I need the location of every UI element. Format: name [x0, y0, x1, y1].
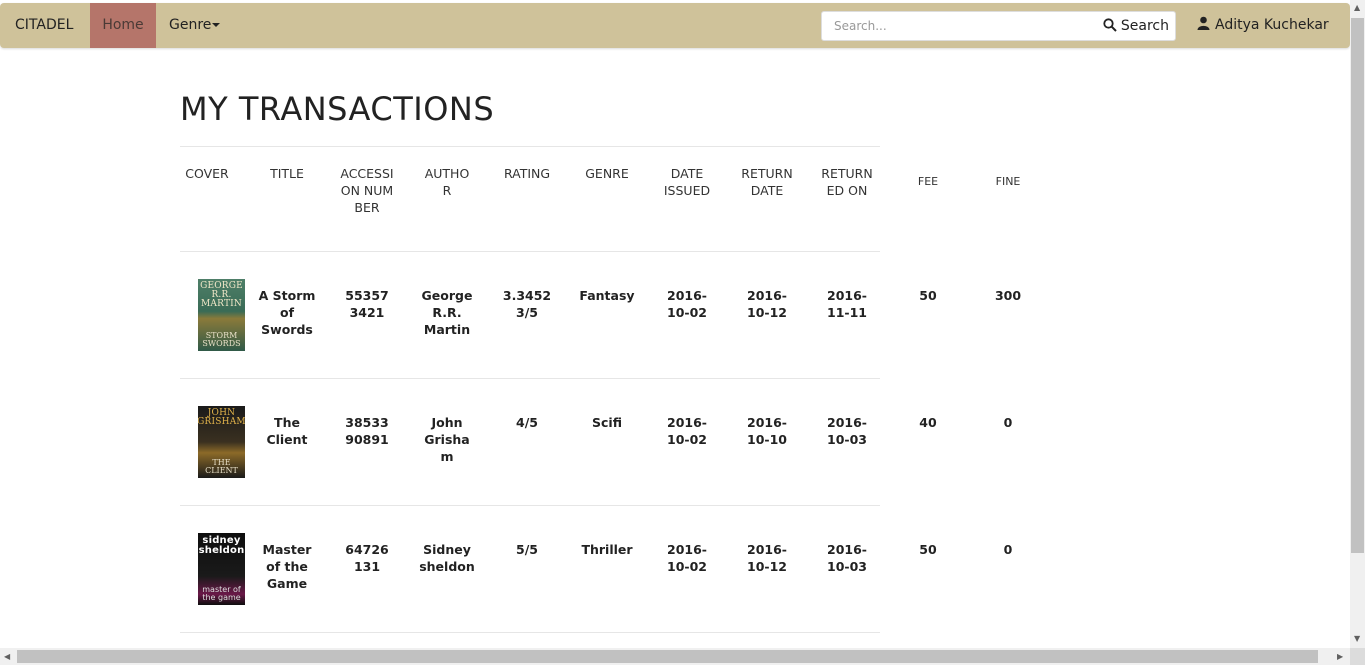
header-accession: ACCESSION NUMBER — [340, 166, 394, 215]
cell-fee: 50 — [919, 542, 937, 557]
cover-title-text: THE CLIENT — [205, 458, 238, 475]
cell-author: Sidney sheldon — [419, 542, 475, 574]
cell-return-date: 2016-10-12 — [747, 288, 787, 320]
header-title: TITLE — [270, 166, 304, 181]
user-menu[interactable]: Aditya Kuchekar — [1197, 3, 1329, 48]
navbar: CITADEL Home Genre Search Aditya Kucheka… — [0, 3, 1350, 48]
cover-author-text: JOHN GRISHAM — [198, 408, 245, 427]
book-cover-image[interactable]: sidney sheldon master of the game — [198, 533, 245, 605]
cell-title: A Storm of Swords — [258, 288, 316, 337]
cell-return-date: 2016-10-10 — [747, 415, 787, 447]
cell-title: Master of the Game — [262, 542, 312, 591]
cover-title-text: STORM SWORDS — [202, 331, 241, 348]
scrollbar-corner — [1350, 648, 1365, 665]
nav-genre-label: Genre — [169, 17, 212, 33]
cell-date-issued: 2016-10-02 — [667, 415, 707, 447]
cell-genre: Thriller — [581, 542, 633, 557]
cell-fee: 40 — [919, 415, 937, 430]
user-name: Aditya Kuchekar — [1215, 17, 1329, 33]
header-returned-on: RETURNED ON — [821, 166, 873, 198]
nav-genre-dropdown[interactable]: Genre — [169, 3, 221, 48]
cell-title: The Client — [266, 415, 308, 447]
cell-fee: 50 — [919, 288, 937, 303]
header-fee: FEE — [917, 175, 939, 188]
cell-fine: 0 — [1003, 542, 1013, 557]
scroll-left-arrow-icon[interactable]: ◀ — [4, 653, 10, 661]
cell-returned-on: 2016-10-03 — [827, 542, 867, 574]
scroll-down-arrow-icon[interactable]: ▼ — [1354, 635, 1360, 643]
cover-author-text: GEORGE R.R. MARTIN — [200, 281, 243, 309]
cell-returned-on: 2016-10-03 — [827, 415, 867, 447]
divider — [180, 251, 880, 252]
cell-author: George R.R. Martin — [421, 288, 473, 337]
cell-return-date: 2016-10-12 — [747, 542, 787, 574]
cell-accession: 3853390891 — [345, 415, 389, 447]
divider — [180, 632, 880, 633]
cell-accession: 553573421 — [345, 288, 389, 320]
book-cover-image[interactable]: JOHN GRISHAM THE CLIENT — [198, 406, 245, 478]
cell-returned-on: 2016-11-11 — [827, 288, 867, 320]
scroll-right-arrow-icon[interactable]: ▶ — [1337, 653, 1343, 661]
header-genre: GENRE — [585, 166, 629, 181]
search-input[interactable] — [822, 12, 1104, 40]
page-title: MY TRANSACTIONS — [180, 90, 495, 128]
header-date-issued: DATE ISSUED — [663, 166, 711, 198]
divider — [180, 146, 880, 147]
horizontal-scrollbar-thumb[interactable] — [17, 650, 1318, 663]
cell-genre: Fantasy — [579, 288, 635, 303]
cell-fine: 300 — [994, 288, 1022, 303]
cell-accession: 64726131 — [345, 542, 389, 574]
brand-link[interactable]: CITADEL — [15, 3, 73, 48]
cell-fine: 0 — [1003, 415, 1013, 430]
cover-title-text: master of the game — [202, 585, 241, 602]
cell-author: John Grisham — [424, 415, 470, 464]
header-rating: RATING — [503, 166, 551, 181]
cell-rating: 5/5 — [516, 542, 538, 557]
cell-date-issued: 2016-10-02 — [667, 542, 707, 574]
caret-down-icon — [212, 23, 221, 27]
cover-author-text: sidney sheldon — [198, 535, 245, 556]
vertical-scrollbar-thumb[interactable] — [1351, 18, 1364, 553]
search-button-label: Search — [1120, 18, 1169, 34]
search-icon — [1103, 18, 1117, 32]
header-cover: COVER — [185, 166, 229, 181]
header-return-date: RETURN DATE — [741, 166, 793, 198]
cell-date-issued: 2016-10-02 — [667, 288, 707, 320]
cell-genre: Scifi — [592, 415, 622, 430]
divider — [180, 378, 880, 379]
divider — [180, 505, 880, 506]
cell-rating: 3.34523/5 — [502, 288, 552, 320]
user-icon — [1197, 16, 1210, 30]
nav-home[interactable]: Home — [90, 3, 156, 48]
search-button[interactable]: Search — [1103, 12, 1169, 40]
scroll-up-arrow-icon[interactable]: ▲ — [1354, 4, 1360, 12]
book-cover-image[interactable]: GEORGE R.R. MARTIN STORM SWORDS — [198, 279, 245, 351]
header-author: AUTHOR — [424, 166, 470, 198]
cell-rating: 4/5 — [516, 415, 538, 430]
header-fine: FINE — [995, 175, 1021, 188]
search-form: Search — [821, 11, 1176, 41]
